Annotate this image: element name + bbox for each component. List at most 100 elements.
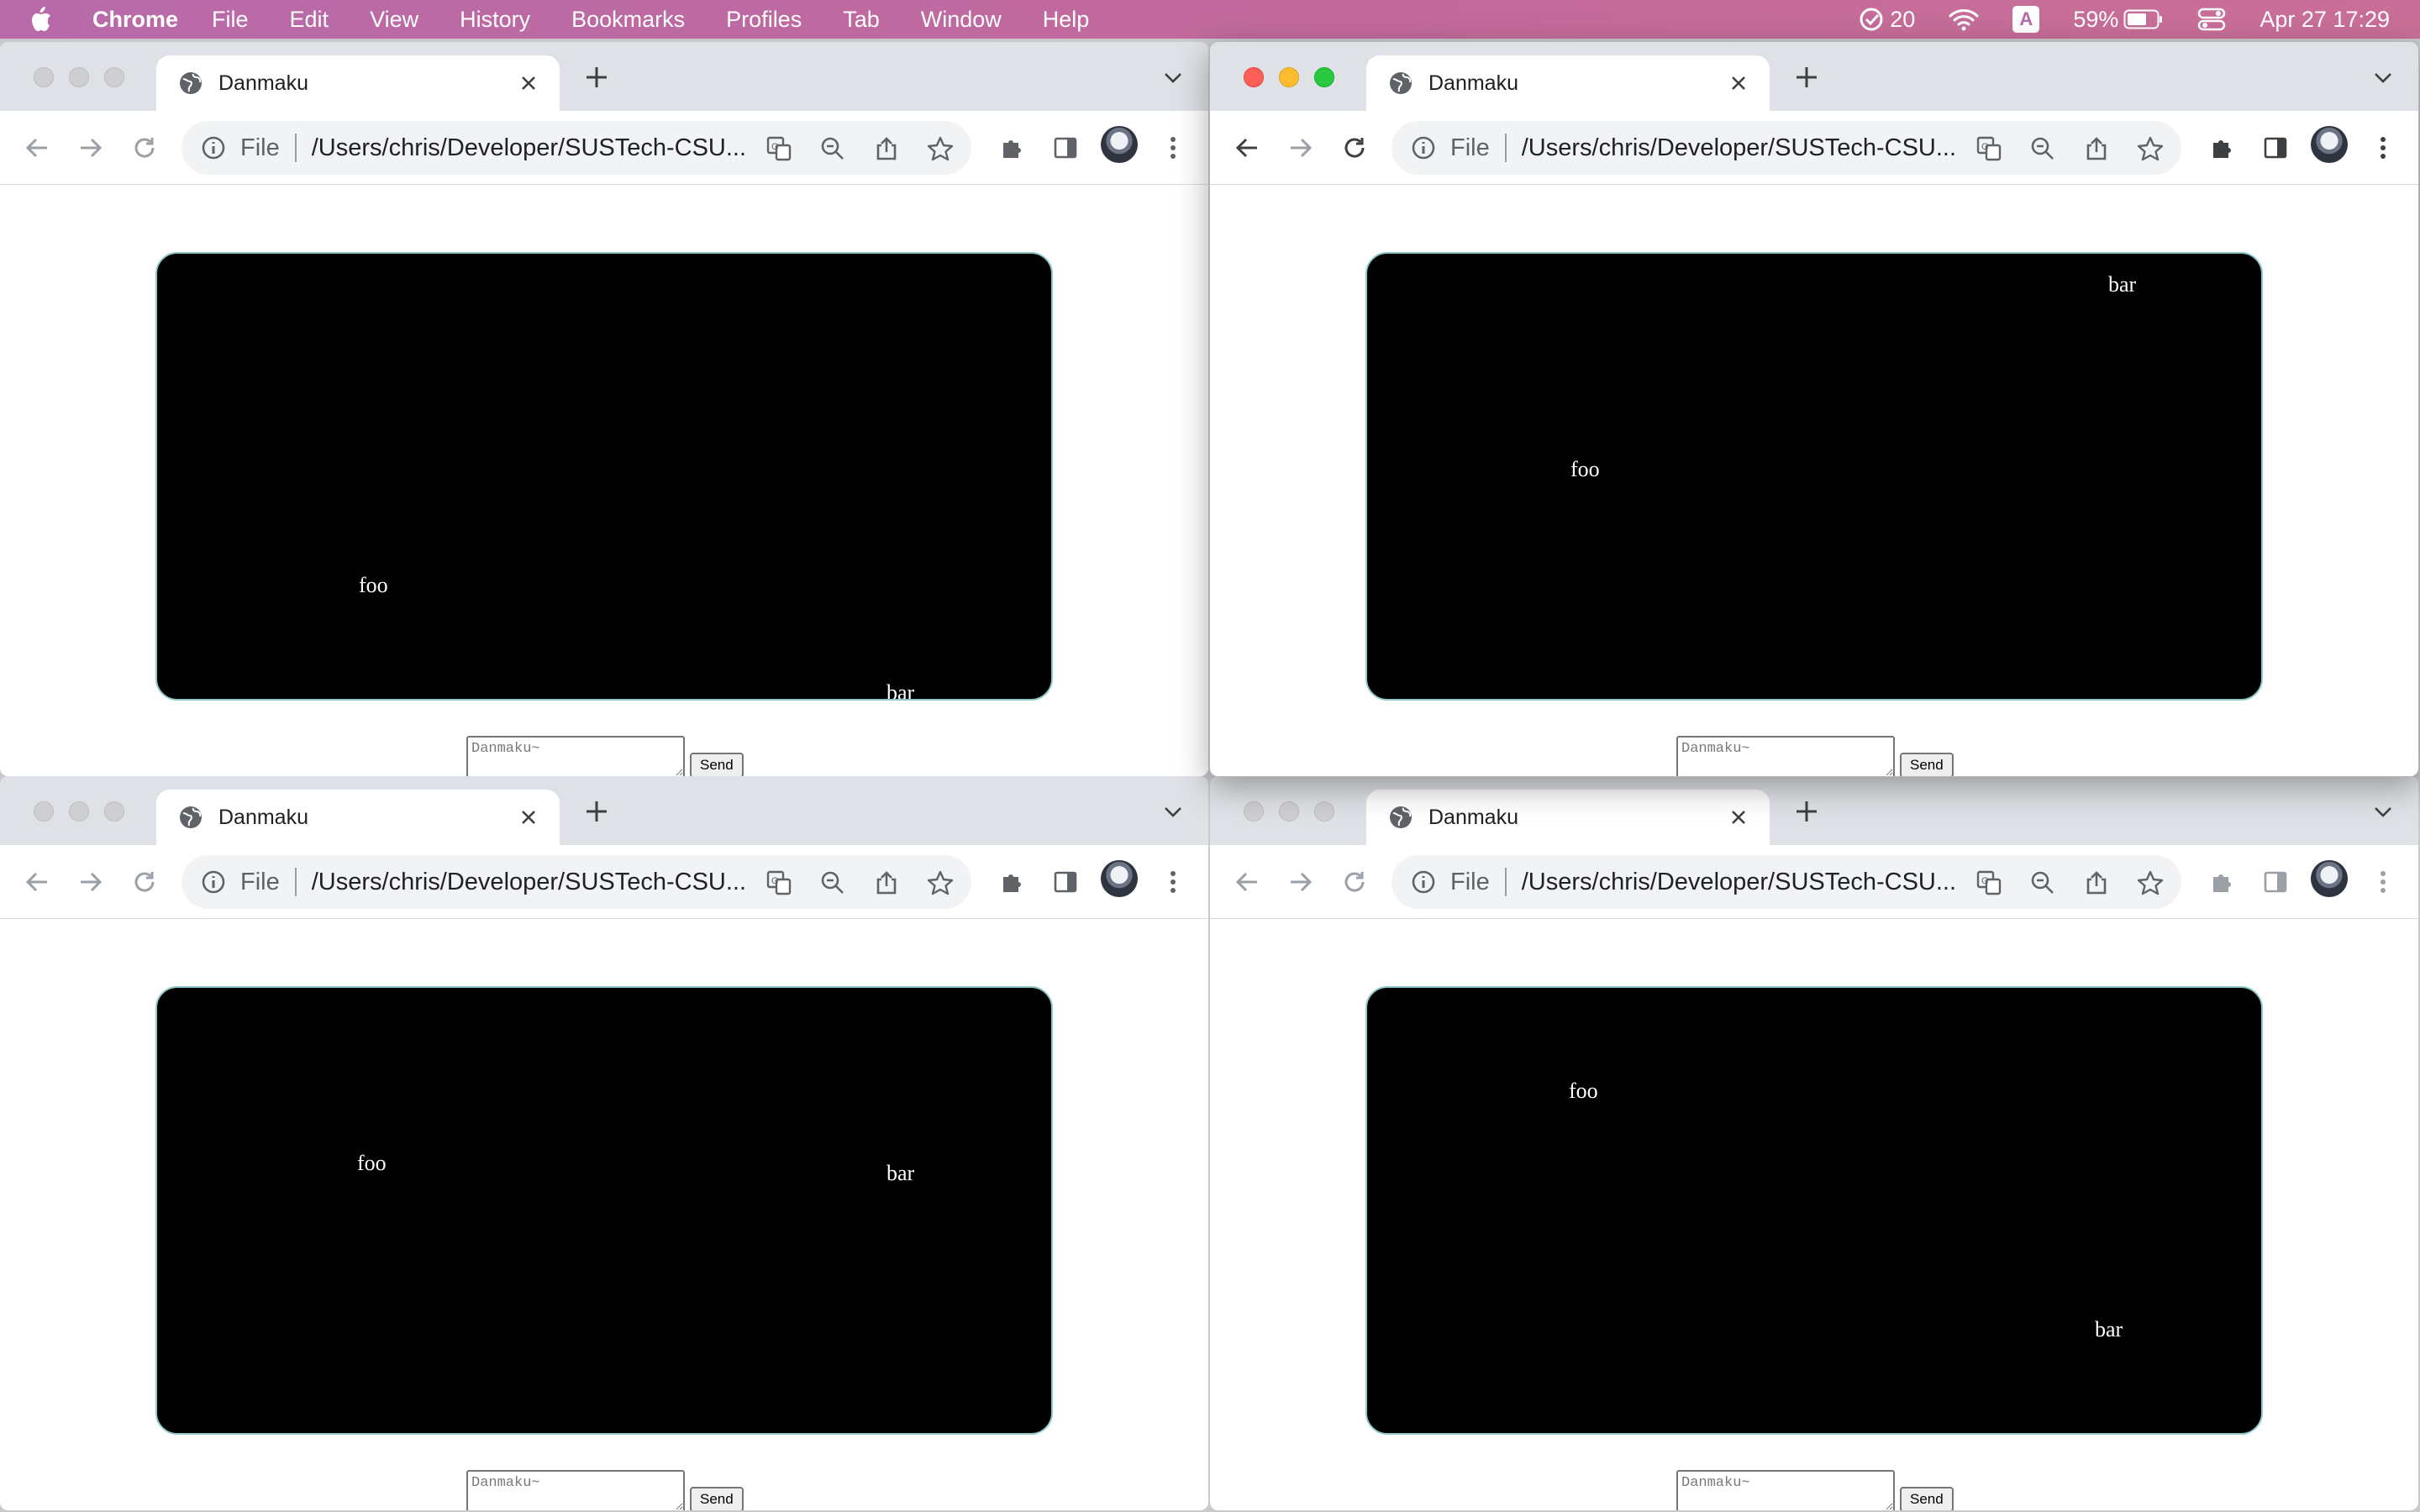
- more-vert-icon[interactable]: [2365, 864, 2402, 900]
- danmaku-textarea[interactable]: [1676, 1470, 1895, 1510]
- share-icon[interactable]: [872, 869, 901, 897]
- bookmark-star-icon[interactable]: [2136, 869, 2165, 897]
- url-text[interactable]: /Users/chris/Developer/SUSTech-CSU...: [1522, 134, 1967, 162]
- site-info-icon[interactable]: [200, 134, 227, 161]
- minimize-window-button[interactable]: [69, 801, 89, 822]
- extensions-puzzle-icon[interactable]: [993, 129, 1030, 166]
- side-panel-icon[interactable]: [2257, 864, 2294, 900]
- more-vert-icon[interactable]: [2365, 129, 2402, 166]
- url-text[interactable]: /Users/chris/Developer/SUSTech-CSU...: [312, 869, 757, 896]
- menu-app-name[interactable]: Chrome: [92, 7, 178, 33]
- new-tab-icon[interactable]: [580, 60, 613, 94]
- minimize-window-button[interactable]: [1279, 67, 1299, 87]
- tab-danmaku[interactable]: Danmaku: [156, 790, 560, 845]
- send-button[interactable]: Send: [690, 1487, 744, 1510]
- close-window-button[interactable]: [34, 801, 54, 822]
- back-arrow-icon[interactable]: [1228, 129, 1265, 166]
- side-panel-icon[interactable]: [2257, 129, 2294, 166]
- send-button[interactable]: Send: [1900, 1487, 1954, 1510]
- new-tab-icon[interactable]: [1790, 795, 1823, 828]
- more-vert-icon[interactable]: [1155, 129, 1192, 166]
- translate-icon[interactable]: G: [765, 869, 793, 897]
- profile-avatar[interactable]: [2311, 126, 2348, 163]
- menu-tab[interactable]: Tab: [843, 7, 880, 33]
- close-window-button[interactable]: [1244, 801, 1264, 822]
- translate-icon[interactable]: G: [765, 134, 793, 163]
- profile-avatar[interactable]: [1101, 860, 1138, 897]
- send-button[interactable]: Send: [690, 753, 744, 776]
- forward-arrow-icon[interactable]: [1282, 864, 1319, 900]
- menu-profiles[interactable]: Profiles: [726, 7, 802, 33]
- share-icon[interactable]: [2082, 134, 2111, 163]
- control-center-icon[interactable]: [2197, 7, 2226, 32]
- back-arrow-icon[interactable]: [18, 864, 55, 900]
- bookmark-star-icon[interactable]: [926, 869, 955, 897]
- zoom-out-icon[interactable]: [818, 869, 847, 897]
- danmaku-textarea[interactable]: [1676, 736, 1895, 776]
- back-arrow-icon[interactable]: [18, 129, 55, 166]
- battery-status[interactable]: 59%: [2073, 7, 2164, 33]
- close-tab-icon[interactable]: [516, 71, 541, 96]
- apple-menu-icon[interactable]: [29, 6, 62, 33]
- danmaku-textarea[interactable]: [466, 1470, 685, 1510]
- new-tab-icon[interactable]: [1790, 60, 1823, 94]
- menu-edit[interactable]: Edit: [290, 7, 329, 33]
- side-panel-icon[interactable]: [1047, 864, 1084, 900]
- send-button[interactable]: Send: [1900, 753, 1954, 776]
- bookmark-star-icon[interactable]: [2136, 134, 2165, 163]
- forward-arrow-icon[interactable]: [1282, 129, 1319, 166]
- close-tab-icon[interactable]: [516, 805, 541, 830]
- tab-search-chevron-down-icon[interactable]: [2370, 64, 2396, 91]
- more-vert-icon[interactable]: [1155, 864, 1192, 900]
- reload-icon[interactable]: [126, 129, 163, 166]
- omnibox[interactable]: File /Users/chris/Developer/SUSTech-CSU.…: [1392, 855, 2181, 909]
- menu-bookmarks[interactable]: Bookmarks: [571, 7, 685, 33]
- reload-icon[interactable]: [1336, 864, 1373, 900]
- clock[interactable]: Apr 27 17:29: [2260, 7, 2390, 33]
- close-window-button[interactable]: [1244, 67, 1264, 87]
- share-icon[interactable]: [2082, 869, 2111, 897]
- reload-icon[interactable]: [126, 864, 163, 900]
- tab-search-chevron-down-icon[interactable]: [2370, 798, 2396, 825]
- site-info-icon[interactable]: [1410, 134, 1437, 161]
- forward-arrow-icon[interactable]: [72, 864, 109, 900]
- translate-icon[interactable]: G: [1975, 869, 2003, 897]
- menu-file[interactable]: File: [212, 7, 249, 33]
- tab-danmaku[interactable]: Danmaku: [1366, 55, 1770, 111]
- extensions-puzzle-icon[interactable]: [993, 864, 1030, 900]
- close-tab-icon[interactable]: [1726, 71, 1751, 96]
- tab-danmaku[interactable]: Danmaku: [1366, 790, 1770, 845]
- profile-avatar[interactable]: [2311, 860, 2348, 897]
- url-text[interactable]: /Users/chris/Developer/SUSTech-CSU...: [1522, 869, 1967, 896]
- minimize-window-button[interactable]: [1279, 801, 1299, 822]
- menu-help[interactable]: Help: [1043, 7, 1090, 33]
- profile-avatar[interactable]: [1101, 126, 1138, 163]
- forward-arrow-icon[interactable]: [72, 129, 109, 166]
- tab-search-chevron-down-icon[interactable]: [1160, 798, 1186, 825]
- new-tab-icon[interactable]: [580, 795, 613, 828]
- menu-window[interactable]: Window: [921, 7, 1002, 33]
- tasks-status[interactable]: 20: [1858, 6, 1915, 33]
- site-info-icon[interactable]: [1410, 869, 1437, 895]
- wifi-icon[interactable]: [1949, 8, 1979, 31]
- omnibox[interactable]: File /Users/chris/Developer/SUSTech-CSU.…: [182, 855, 971, 909]
- extensions-puzzle-icon[interactable]: [2203, 864, 2240, 900]
- input-source[interactable]: A: [2012, 6, 2040, 33]
- omnibox[interactable]: File /Users/chris/Developer/SUSTech-CSU.…: [1392, 121, 2181, 175]
- danmaku-textarea[interactable]: [466, 736, 685, 776]
- zoom-out-icon[interactable]: [818, 134, 847, 163]
- tab-search-chevron-down-icon[interactable]: [1160, 64, 1186, 91]
- zoom-out-icon[interactable]: [2028, 134, 2057, 163]
- url-text[interactable]: /Users/chris/Developer/SUSTech-CSU...: [312, 134, 757, 162]
- site-info-icon[interactable]: [200, 869, 227, 895]
- omnibox[interactable]: File /Users/chris/Developer/SUSTech-CSU.…: [182, 121, 971, 175]
- close-window-button[interactable]: [34, 67, 54, 87]
- extensions-puzzle-icon[interactable]: [2203, 129, 2240, 166]
- zoom-window-button[interactable]: [104, 67, 124, 87]
- menu-history[interactable]: History: [460, 7, 530, 33]
- translate-icon[interactable]: G: [1975, 134, 2003, 163]
- menu-view[interactable]: View: [370, 7, 418, 33]
- close-tab-icon[interactable]: [1726, 805, 1751, 830]
- bookmark-star-icon[interactable]: [926, 134, 955, 163]
- tab-danmaku[interactable]: Danmaku: [156, 55, 560, 111]
